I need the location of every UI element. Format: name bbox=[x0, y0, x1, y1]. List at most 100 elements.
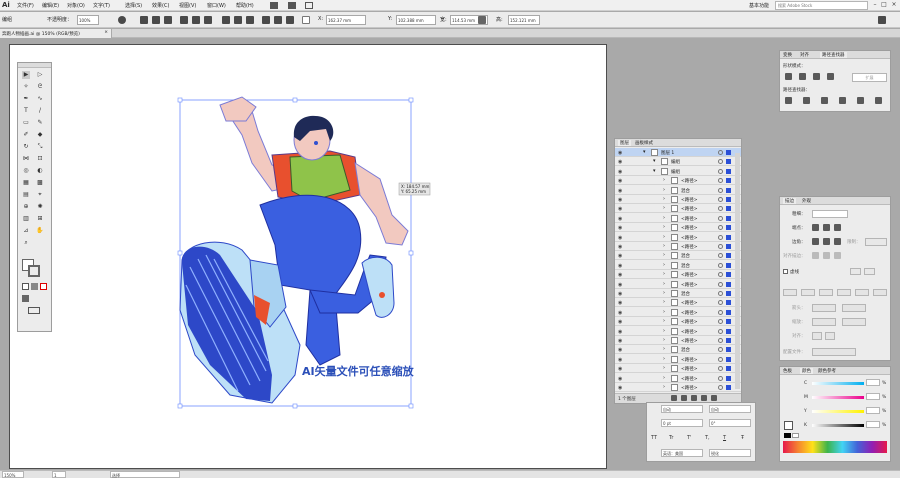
selection-indicator[interactable] bbox=[726, 328, 731, 334]
perspective-tool-icon[interactable]: ▦ bbox=[22, 179, 30, 187]
menu-window[interactable]: 窗口(W) bbox=[207, 2, 226, 9]
eye-icon[interactable]: ◉ bbox=[618, 178, 622, 184]
menu-file[interactable]: 文件(F) bbox=[17, 2, 34, 9]
layer-row[interactable]: ◉ › 混合 bbox=[615, 186, 741, 195]
target-icon[interactable] bbox=[718, 328, 723, 334]
recolor-icon[interactable] bbox=[118, 16, 126, 24]
minus-back-icon[interactable] bbox=[875, 97, 882, 104]
mesh-tool-icon[interactable]: ▩ bbox=[36, 179, 44, 187]
layer-row[interactable]: ◉ › <路径> bbox=[615, 223, 741, 233]
target-icon[interactable] bbox=[718, 225, 723, 231]
arrow-start-select[interactable] bbox=[812, 304, 836, 312]
color-spectrum[interactable] bbox=[783, 441, 887, 453]
zoom-field[interactable]: 150% bbox=[2, 471, 24, 478]
shape-builder-tool-icon[interactable]: ◎ bbox=[22, 167, 30, 175]
new-layer-icon[interactable] bbox=[701, 395, 707, 401]
height-field[interactable]: 152.121 mm bbox=[508, 15, 540, 25]
eye-icon[interactable]: ◉ bbox=[618, 159, 622, 165]
target-icon[interactable] bbox=[718, 281, 723, 287]
target-icon[interactable] bbox=[718, 385, 723, 390]
expand-triangle-icon[interactable]: › bbox=[663, 262, 665, 268]
y-field[interactable]: 102.388 mm bbox=[396, 15, 436, 25]
target-icon[interactable] bbox=[718, 338, 723, 343]
selection-indicator[interactable] bbox=[726, 347, 731, 353]
target-icon[interactable] bbox=[718, 300, 723, 306]
arrow-start-scale[interactable] bbox=[812, 318, 836, 326]
eye-icon[interactable]: ◉ bbox=[618, 225, 622, 231]
dash-preserve-icon[interactable] bbox=[850, 268, 861, 275]
dash-align-icon[interactable] bbox=[864, 268, 875, 275]
strikethrough-button[interactable]: Ŧ bbox=[741, 435, 744, 441]
round-cap-icon[interactable] bbox=[823, 224, 830, 231]
selection-indicator[interactable] bbox=[726, 262, 731, 268]
locate-object-icon[interactable] bbox=[671, 395, 677, 401]
target-icon[interactable] bbox=[718, 206, 723, 212]
target-icon[interactable] bbox=[718, 187, 723, 193]
layer-row[interactable]: ◉ ▾ 编组 bbox=[615, 157, 741, 167]
align-vcenter-icon[interactable] bbox=[192, 16, 200, 24]
expand-triangle-icon[interactable]: › bbox=[663, 337, 665, 343]
all-caps-button[interactable]: TT bbox=[651, 435, 657, 441]
magenta-slider[interactable] bbox=[812, 396, 864, 399]
tab-stroke[interactable]: 描边 bbox=[783, 198, 796, 204]
eye-icon[interactable]: ◉ bbox=[618, 188, 622, 194]
opacity-field[interactable]: 100% bbox=[77, 15, 99, 25]
expand-triangle-icon[interactable]: › bbox=[663, 375, 665, 381]
align-inside-stroke-icon[interactable] bbox=[823, 252, 830, 259]
draw-mode-icon[interactable] bbox=[22, 295, 29, 302]
language-select[interactable]: 英语：美国 bbox=[661, 449, 703, 457]
layer-row[interactable]: ◉ › 混合 bbox=[615, 251, 741, 261]
eye-icon[interactable]: ◉ bbox=[618, 385, 622, 391]
expand-triangle-icon[interactable]: › bbox=[663, 187, 665, 193]
menu-effect[interactable]: 效果(C) bbox=[152, 2, 169, 9]
screen-mode-icon[interactable] bbox=[28, 307, 40, 314]
close-tab-icon[interactable]: × bbox=[104, 30, 108, 35]
artboard-tool-icon[interactable]: ⊞ bbox=[36, 215, 44, 223]
arrow-align-1-icon[interactable] bbox=[812, 332, 822, 340]
symbol-sprayer-tool-icon[interactable]: ✺ bbox=[36, 203, 44, 211]
eye-icon[interactable]: ◉ bbox=[618, 319, 622, 325]
trim-icon[interactable] bbox=[803, 97, 810, 104]
expand-triangle-icon[interactable]: › bbox=[663, 252, 665, 258]
gap-3-field[interactable] bbox=[873, 289, 887, 296]
small-caps-button[interactable]: Tr bbox=[669, 435, 673, 441]
target-icon[interactable] bbox=[718, 366, 723, 372]
expand-triangle-icon[interactable]: › bbox=[663, 196, 665, 202]
expand-triangle-icon[interactable]: › bbox=[663, 328, 665, 334]
distribute-top-icon[interactable] bbox=[222, 16, 230, 24]
tab-swatches[interactable]: 色板 bbox=[783, 368, 792, 374]
tab-pathfinder[interactable]: 路径查找器 bbox=[820, 52, 847, 58]
target-icon[interactable] bbox=[718, 168, 723, 174]
selection-indicator[interactable] bbox=[726, 385, 731, 390]
stroke-swatch[interactable] bbox=[28, 265, 40, 277]
eye-icon[interactable]: ◉ bbox=[618, 300, 622, 306]
target-icon[interactable] bbox=[718, 272, 723, 278]
white-swatch[interactable] bbox=[792, 433, 799, 438]
gradient-tool-icon[interactable]: ▤ bbox=[22, 191, 30, 199]
crop-icon[interactable] bbox=[839, 97, 846, 104]
selection-indicator[interactable] bbox=[726, 215, 731, 221]
eye-icon[interactable]: ◉ bbox=[618, 235, 622, 241]
distribute-bottom-icon[interactable] bbox=[246, 16, 254, 24]
target-icon[interactable] bbox=[718, 262, 723, 268]
gradient-mode-icon[interactable] bbox=[31, 283, 38, 290]
bevel-join-icon[interactable] bbox=[834, 238, 841, 245]
eye-icon[interactable]: ◉ bbox=[618, 310, 622, 316]
live-paint-tool-icon[interactable]: ◐ bbox=[36, 167, 44, 175]
selection-indicator[interactable] bbox=[726, 159, 731, 165]
selection-indicator[interactable] bbox=[726, 234, 731, 240]
layers-scrollbar[interactable] bbox=[735, 153, 740, 389]
target-icon[interactable] bbox=[718, 150, 723, 155]
expand-triangle-icon[interactable]: › bbox=[663, 309, 665, 315]
menu-type[interactable]: 文字(T) bbox=[93, 2, 110, 9]
selection-indicator[interactable] bbox=[726, 197, 731, 202]
none-mode-icon[interactable] bbox=[40, 283, 47, 290]
bridge-icon[interactable] bbox=[270, 2, 278, 9]
layer-row[interactable]: ◉ › <路径> bbox=[615, 336, 741, 345]
underline-button[interactable]: T bbox=[723, 435, 726, 441]
eye-icon[interactable]: ◉ bbox=[618, 150, 622, 156]
width-tool-icon[interactable]: ⋈ bbox=[22, 155, 30, 163]
expand-triangle-icon[interactable]: › bbox=[663, 290, 665, 296]
arrange-icon[interactable] bbox=[288, 2, 296, 9]
align-center-stroke-icon[interactable] bbox=[812, 252, 819, 259]
